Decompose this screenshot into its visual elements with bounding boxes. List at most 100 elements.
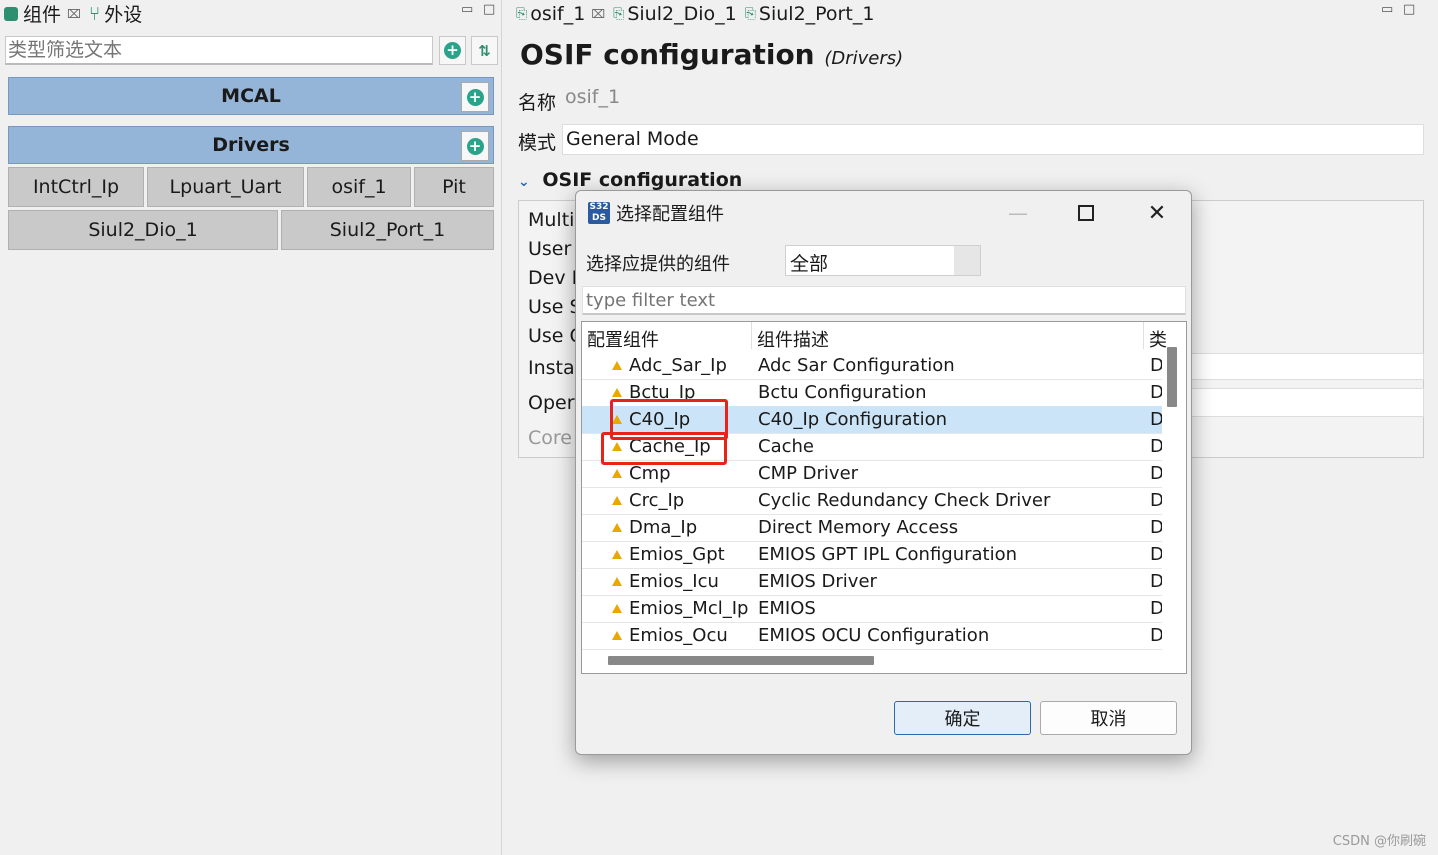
component-label: Siul2_Dio_1: [88, 219, 198, 241]
component-label: Lpuart_Uart: [169, 176, 282, 198]
table-row[interactable]: Emios_Icu EMIOS Driver D: [582, 568, 1162, 596]
chevron-down-icon: ⌄: [518, 174, 530, 190]
warning-icon: [612, 469, 622, 478]
row-type: D: [1150, 352, 1162, 379]
left-tabbar: 组件 ⌧ ⑂ 外设: [0, 0, 501, 27]
provided-label: 选择应提供的组件: [586, 254, 730, 275]
row-name: Dma_Ip: [629, 517, 698, 538]
add-icon: +: [466, 137, 484, 155]
component-label: IntCtrl_Ip: [32, 176, 120, 198]
tab-components-label: 组件: [23, 4, 62, 26]
group-mcal-add-button[interactable]: +: [461, 82, 489, 112]
dialog-titlebar[interactable]: S32 DS 选择配置组件 — ✕: [576, 191, 1191, 235]
table-row[interactable]: Crc_Ip Cyclic Redundancy Check Driver D: [582, 487, 1162, 515]
param-label: Core: [528, 427, 572, 449]
minimize-icon[interactable]: ▭: [461, 2, 473, 17]
vertical-scrollbar[interactable]: [1167, 347, 1177, 407]
row-type: D: [1150, 487, 1162, 514]
instance-field[interactable]: [1190, 353, 1424, 380]
close-icon[interactable]: ⌧: [67, 7, 81, 21]
component-filter-input[interactable]: [5, 36, 433, 65]
param-label: Multi: [528, 209, 575, 231]
row-name: Cmp: [629, 463, 671, 484]
tab-siul2-port[interactable]: ⎘ Siul2_Port_1: [741, 0, 879, 27]
tab-components[interactable]: 组件 ⌧: [0, 0, 85, 27]
config-file-icon: ⎘: [613, 5, 625, 22]
component-siul2-dio[interactable]: Siul2_Dio_1: [8, 210, 278, 250]
provided-select[interactable]: 全部: [785, 245, 981, 276]
close-icon: ✕: [1147, 200, 1167, 226]
component-intctrl[interactable]: IntCtrl_Ip: [8, 167, 144, 207]
minimize-icon[interactable]: ▭: [1381, 2, 1393, 17]
ok-button-label: 确定: [944, 709, 981, 730]
component-label: Siul2_Port_1: [329, 219, 446, 241]
group-drivers-add-button[interactable]: +: [461, 131, 489, 161]
component-label: osif_1: [331, 176, 387, 198]
component-lpuart[interactable]: Lpuart_Uart: [147, 167, 304, 207]
row-description: EMIOS Driver: [758, 571, 877, 592]
column-header-type[interactable]: 类: [1144, 322, 1174, 351]
dropdown-arrow-icon: [954, 246, 980, 275]
minimize-button[interactable]: —: [1001, 197, 1035, 229]
table-row[interactable]: Emios_Ocu EMIOS OCU Configuration D: [582, 622, 1162, 650]
row-name: Emios_Gpt: [629, 544, 725, 565]
component-pit[interactable]: Pit: [414, 167, 494, 207]
tab-osif[interactable]: ⎘ osif_1 ⌧: [512, 0, 609, 27]
warning-icon: [612, 604, 622, 613]
maximize-button[interactable]: [1069, 197, 1103, 229]
row-description: Bctu Configuration: [758, 382, 927, 403]
page-title-subtitle: (Drivers): [824, 48, 904, 69]
sort-icon: ⇅: [478, 41, 491, 60]
maximize-icon[interactable]: □: [1403, 2, 1415, 17]
operation-field[interactable]: [1190, 388, 1424, 417]
cancel-button-label: 取消: [1090, 709, 1127, 730]
section-header[interactable]: ⌄ OSIF configuration: [518, 169, 742, 191]
maximize-icon[interactable]: □: [483, 2, 495, 17]
horizontal-scrollbar[interactable]: [608, 656, 874, 665]
close-button[interactable]: ✕: [1140, 197, 1174, 229]
section-title: OSIF configuration: [542, 169, 743, 191]
components-panel: 组件 ⌧ ⑂ 外设 ▭ □ + ⇅ MCAL + Drivers + IntCt…: [0, 0, 502, 855]
group-mcal-label: MCAL: [221, 85, 281, 107]
group-mcal[interactable]: MCAL +: [8, 77, 494, 115]
row-name: Adc_Sar_Ip: [629, 355, 727, 376]
minimize-icon: —: [1008, 201, 1028, 225]
table-row[interactable]: Emios_Gpt EMIOS GPT IPL Configuration D: [582, 541, 1162, 569]
ok-button[interactable]: 确定: [894, 701, 1031, 735]
warning-icon: [612, 388, 622, 397]
close-icon[interactable]: ⌧: [591, 7, 605, 21]
component-siul2-port[interactable]: Siul2_Port_1: [281, 210, 494, 250]
provided-select-value: 全部: [790, 253, 829, 275]
mode-select[interactable]: General Mode: [562, 124, 1424, 155]
table-row[interactable]: Emios_Mcl_Ip EMIOS D: [582, 595, 1162, 623]
column-header-description[interactable]: 组件描述: [752, 322, 1144, 351]
group-drivers-label: Drivers: [212, 134, 290, 156]
select-component-dialog: S32 DS 选择配置组件 — ✕ 选择应提供的组件 全部 配置组件 组件描述 …: [575, 190, 1192, 755]
component-osif[interactable]: osif_1: [307, 167, 411, 207]
row-type: D: [1150, 460, 1162, 487]
s32ds-app-icon: S32 DS: [588, 202, 610, 224]
row-description: EMIOS GPT IPL Configuration: [758, 544, 1018, 565]
name-field: osif_1: [562, 86, 1424, 112]
row-type: D: [1150, 406, 1162, 433]
table-row[interactable]: Dma_Ip Direct Memory Access D: [582, 514, 1162, 542]
row-description: Cyclic Redundancy Check Driver: [758, 490, 1051, 511]
components-icon: [4, 6, 18, 21]
warning-icon: [612, 496, 622, 505]
cancel-button[interactable]: 取消: [1040, 701, 1177, 735]
warning-icon: [612, 577, 622, 586]
column-header-component[interactable]: 配置组件: [582, 322, 752, 351]
row-name: Emios_Mcl_Ip: [629, 598, 749, 619]
group-drivers[interactable]: Drivers +: [8, 126, 494, 164]
tab-peripherals[interactable]: ⑂ 外设: [85, 0, 146, 27]
sort-button[interactable]: ⇅: [471, 36, 498, 65]
component-table: 配置组件 组件描述 类 Adc_Sar_Ip Adc Sar Configura…: [581, 321, 1187, 674]
type-filter-input[interactable]: [582, 286, 1186, 315]
row-description: EMIOS: [758, 598, 816, 619]
table-row[interactable]: Adc_Sar_Ip Adc Sar Configuration D: [582, 352, 1162, 380]
row-name: Crc_Ip: [629, 490, 685, 511]
row-type: D: [1150, 622, 1162, 649]
tab-siul2-port-label: Siul2_Port_1: [758, 2, 875, 25]
add-component-button[interactable]: +: [439, 36, 466, 65]
tab-siul2-dio[interactable]: ⎘ Siul2_Dio_1: [609, 0, 741, 27]
